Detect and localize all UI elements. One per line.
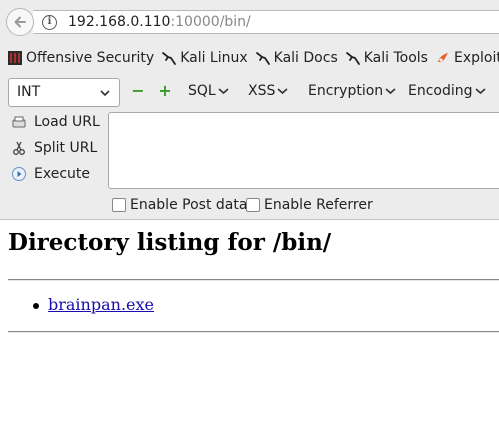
bookmark-kali-linux[interactable]: Kali Linux <box>161 50 248 66</box>
page-title: Directory listing for /bin/ <box>8 229 332 256</box>
back-button[interactable] <box>6 8 34 36</box>
sql-menu[interactable]: SQL <box>188 83 229 99</box>
chevron-down-icon <box>385 88 396 95</box>
kali-dragon-icon <box>345 50 361 66</box>
bookmarks-toolbar: Offensive Security Kali Linux Kali Docs … <box>0 44 499 72</box>
enable-post-data-checkbox[interactable]: Enable Post data <box>112 197 247 213</box>
hackbar-panel: INT − + SQL XSS Encryption Encoding Load… <box>0 72 499 220</box>
chevron-down-icon <box>100 90 110 97</box>
site-info-icon[interactable]: i <box>42 15 57 30</box>
encoding-menu[interactable]: Encoding <box>408 83 486 99</box>
load-url-button[interactable]: Load URL <box>10 113 100 131</box>
kali-dragon-icon <box>255 50 271 66</box>
checkbox-box[interactable] <box>246 198 260 212</box>
encryption-menu[interactable]: Encryption <box>308 83 396 99</box>
exploitdb-icon <box>435 50 451 66</box>
xss-menu[interactable]: XSS <box>248 83 288 99</box>
chevron-down-icon <box>277 88 288 95</box>
bookmark-exploit-db[interactable]: Exploit-DB <box>435 50 499 66</box>
load-url-icon <box>10 113 28 131</box>
scissors-icon <box>10 139 28 157</box>
chevron-down-icon <box>474 88 486 95</box>
bookmark-kali-tools[interactable]: Kali Tools <box>345 50 428 66</box>
increment-button[interactable]: + <box>158 83 172 99</box>
bookmark-offensive-security[interactable]: Offensive Security <box>7 50 154 66</box>
url-text[interactable]: 192.168.0.110:10000/bin/ <box>68 14 251 30</box>
chevron-down-icon <box>218 88 229 95</box>
offsec-icon <box>7 50 23 66</box>
bookmark-kali-docs[interactable]: Kali Docs <box>255 50 338 66</box>
int-select[interactable]: INT <box>8 78 120 107</box>
list-bullet <box>33 303 39 309</box>
url-textarea[interactable] <box>108 112 499 189</box>
address-bar[interactable]: i 192.168.0.110:10000/bin/ <box>33 10 499 34</box>
back-arrow-icon <box>14 16 26 28</box>
divider <box>8 279 499 281</box>
split-url-button[interactable]: Split URL <box>10 139 97 157</box>
kali-dragon-icon <box>161 50 177 66</box>
divider <box>8 331 499 333</box>
execute-button[interactable]: Execute <box>10 165 90 183</box>
enable-referrer-checkbox[interactable]: Enable Referrer <box>246 197 373 213</box>
file-link[interactable]: brainpan.exe <box>48 295 154 314</box>
page-content: Directory listing for /bin/ brainpan.exe <box>0 221 499 421</box>
decrement-button[interactable]: − <box>131 83 145 99</box>
play-icon <box>10 165 28 183</box>
checkbox-box[interactable] <box>112 198 126 212</box>
url-bar-row: i 192.168.0.110:10000/bin/ <box>0 0 499 44</box>
